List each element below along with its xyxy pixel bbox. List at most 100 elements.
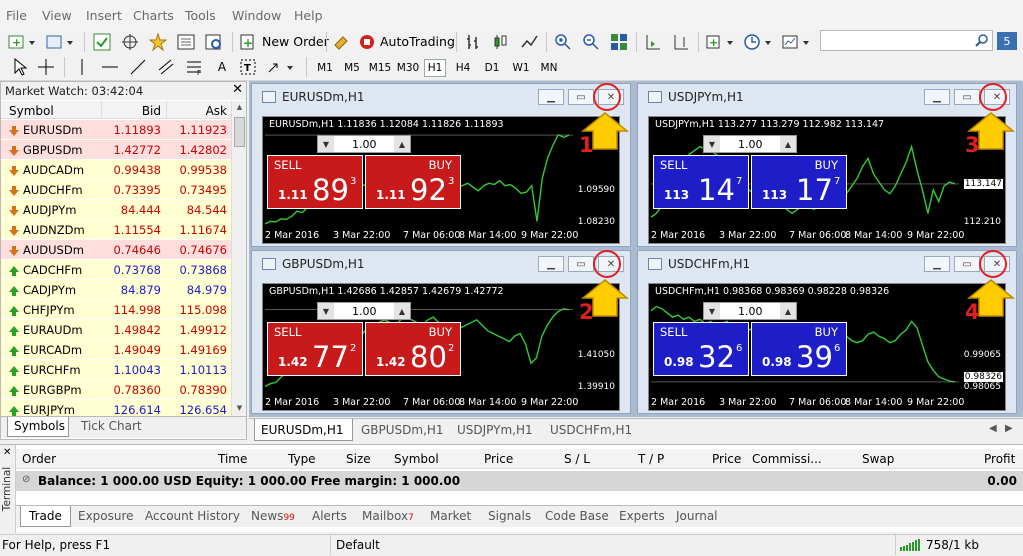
search-input[interactable] bbox=[820, 30, 993, 51]
new-chart-icon[interactable]: + bbox=[6, 32, 38, 52]
fibonacci-icon[interactable]: F bbox=[184, 57, 204, 77]
market-watch-scrollbar[interactable]: ▲ ▼ bbox=[231, 101, 246, 416]
th-profit[interactable]: Profit bbox=[984, 452, 1015, 466]
market-watch-row[interactable]: AUDUSDm 0.74646 0.74676 bbox=[1, 240, 231, 260]
periodicity-icon[interactable] bbox=[742, 32, 774, 52]
equidistant-channel-icon[interactable] bbox=[156, 57, 176, 77]
navigator-icon[interactable] bbox=[146, 32, 170, 52]
th-swap[interactable]: Swap bbox=[862, 452, 894, 466]
th-sl[interactable]: S / L bbox=[564, 452, 590, 466]
new-order-button[interactable]: New Order bbox=[262, 34, 329, 49]
chat-icon[interactable]: 5 bbox=[997, 32, 1017, 50]
minimize-button[interactable]: ▁ bbox=[538, 256, 564, 272]
candlestick-icon[interactable] bbox=[490, 32, 512, 52]
horizontal-line-icon[interactable] bbox=[100, 57, 120, 77]
lot-decrease-icon[interactable]: ▼ bbox=[704, 303, 720, 319]
terminal-tab-news[interactable]: News99 bbox=[251, 509, 295, 523]
chart-tab-eurusdm[interactable]: EURUSDm,H1 bbox=[254, 419, 353, 441]
tf-m5[interactable]: M5 bbox=[343, 62, 361, 74]
market-watch-row[interactable]: CHFJPYm 114.998 115.098 bbox=[1, 300, 231, 320]
market-watch-row[interactable]: AUDCHFm 0.73395 0.73495 bbox=[1, 180, 231, 200]
menu-help[interactable]: Help bbox=[294, 8, 323, 23]
bar-chart-icon[interactable] bbox=[462, 32, 484, 52]
lot-increase-icon[interactable]: ▲ bbox=[394, 303, 410, 319]
market-watch-row[interactable]: CADCHFm 0.73768 0.73868 bbox=[1, 260, 231, 280]
market-watch-row[interactable]: GBPUSDm 1.42772 1.42802 bbox=[1, 140, 231, 160]
terminal-tab-alerts[interactable]: Alerts bbox=[312, 509, 347, 523]
chart-tab-gbpusdm[interactable]: GBPUSDm,H1 bbox=[361, 423, 444, 437]
maximize-button[interactable]: ▭ bbox=[954, 89, 980, 105]
lot-size-field[interactable]: ▼ 1.00 ▲ bbox=[703, 135, 797, 153]
autoscroll-icon[interactable] bbox=[642, 32, 664, 52]
terminal-icon[interactable] bbox=[174, 32, 198, 52]
search-icon[interactable] bbox=[974, 33, 990, 49]
menu-view[interactable]: View bbox=[42, 8, 72, 23]
menu-file[interactable]: File bbox=[6, 8, 27, 23]
lot-size-field[interactable]: ▼ 1.00 ▲ bbox=[703, 302, 797, 320]
maximize-button[interactable]: ▭ bbox=[954, 256, 980, 272]
tab-tick-chart[interactable]: Tick Chart bbox=[81, 419, 142, 433]
buy-button[interactable]: BUY 0.98 39 6 bbox=[751, 322, 847, 376]
autotrading-icon[interactable] bbox=[356, 32, 378, 52]
tab-symbols[interactable]: Symbols bbox=[7, 417, 69, 437]
lot-size-field[interactable]: ▼ 1.00 ▲ bbox=[317, 135, 411, 153]
tf-h4[interactable]: H4 bbox=[453, 62, 473, 74]
sell-button[interactable]: SELL 0.98 32 6 bbox=[653, 322, 749, 376]
buy-button[interactable]: BUY 113 17 7 bbox=[751, 155, 847, 209]
indicators-icon[interactable]: + bbox=[704, 32, 736, 52]
tf-w1[interactable]: W1 bbox=[510, 62, 532, 74]
text-icon[interactable]: A bbox=[212, 57, 232, 77]
chart-tabs-left-arrow[interactable]: ◀ bbox=[989, 423, 997, 434]
terminal-tab-signals[interactable]: Signals bbox=[488, 509, 531, 523]
maximize-button[interactable]: ▭ bbox=[568, 89, 594, 105]
lot-decrease-icon[interactable]: ▼ bbox=[704, 136, 720, 152]
menu-window[interactable]: Window bbox=[232, 8, 281, 23]
col-ask[interactable]: Ask bbox=[206, 104, 227, 118]
tf-m15[interactable]: M15 bbox=[368, 62, 392, 74]
chart-tabs-right-arrow[interactable]: ▶ bbox=[1005, 423, 1013, 434]
strategy-tester-icon[interactable] bbox=[202, 32, 226, 52]
maximize-button[interactable]: ▭ bbox=[568, 256, 594, 272]
lot-decrease-icon[interactable]: ▼ bbox=[318, 136, 334, 152]
terminal-tab-code-base[interactable]: Code Base bbox=[545, 509, 609, 523]
th-time[interactable]: Time bbox=[218, 452, 247, 466]
sell-button[interactable]: SELL 113 14 7 bbox=[653, 155, 749, 209]
tf-m30[interactable]: M30 bbox=[396, 62, 420, 74]
lot-decrease-icon[interactable]: ▼ bbox=[318, 303, 334, 319]
line-chart-icon[interactable] bbox=[518, 32, 540, 52]
buy-button[interactable]: BUY 1.42 80 2 bbox=[365, 322, 461, 376]
lot-increase-icon[interactable]: ▲ bbox=[394, 136, 410, 152]
zoom-out-icon[interactable] bbox=[580, 32, 602, 52]
sell-button[interactable]: SELL 1.11 89 3 bbox=[267, 155, 363, 209]
lot-increase-icon[interactable]: ▲ bbox=[780, 303, 796, 319]
menu-tools[interactable]: Tools bbox=[185, 8, 216, 23]
terminal-tab-trade[interactable]: Trade bbox=[20, 506, 71, 527]
terminal-tab-exposure[interactable]: Exposure bbox=[78, 509, 134, 523]
arrows-icon[interactable] bbox=[266, 57, 298, 77]
status-profile[interactable]: Default bbox=[336, 538, 380, 552]
market-watch-row[interactable]: EURUSDm 1.11893 1.11923 bbox=[1, 120, 231, 140]
terminal-tab-mailbox[interactable]: Mailbox7 bbox=[362, 509, 414, 523]
market-watch-row[interactable]: EURCADm 1.49049 1.49169 bbox=[1, 340, 231, 360]
vertical-line-icon[interactable] bbox=[72, 57, 92, 77]
minimize-button[interactable]: ▁ bbox=[924, 256, 950, 272]
market-watch-close-button[interactable]: ✕ bbox=[232, 82, 243, 97]
menu-insert[interactable]: Insert bbox=[86, 8, 122, 23]
market-watch-row[interactable]: EURGBPm 0.78360 0.78390 bbox=[1, 380, 231, 400]
autotrading-button[interactable]: AutoTrading bbox=[380, 34, 455, 49]
col-symbol[interactable]: Symbol bbox=[9, 104, 54, 118]
th-commission[interactable]: Commissi... bbox=[752, 452, 822, 466]
chart-tab-usdjpym[interactable]: USDJPYm,H1 bbox=[457, 423, 533, 437]
lot-increase-icon[interactable]: ▲ bbox=[780, 136, 796, 152]
th-price2[interactable]: Price bbox=[712, 452, 741, 466]
th-size[interactable]: Size bbox=[346, 452, 371, 466]
data-window-icon[interactable] bbox=[118, 32, 142, 52]
chart-tab-usdchfm[interactable]: USDCHFm,H1 bbox=[550, 423, 632, 437]
market-watch-row[interactable]: AUDCADm 0.99438 0.99538 bbox=[1, 160, 231, 180]
market-watch-row[interactable]: EURCHFm 1.10043 1.10113 bbox=[1, 360, 231, 380]
col-bid[interactable]: Bid bbox=[142, 104, 161, 118]
buy-button[interactable]: BUY 1.11 92 3 bbox=[365, 155, 461, 209]
trendline-icon[interactable] bbox=[128, 57, 148, 77]
minimize-button[interactable]: ▁ bbox=[924, 89, 950, 105]
crosshair-icon[interactable] bbox=[36, 57, 56, 77]
